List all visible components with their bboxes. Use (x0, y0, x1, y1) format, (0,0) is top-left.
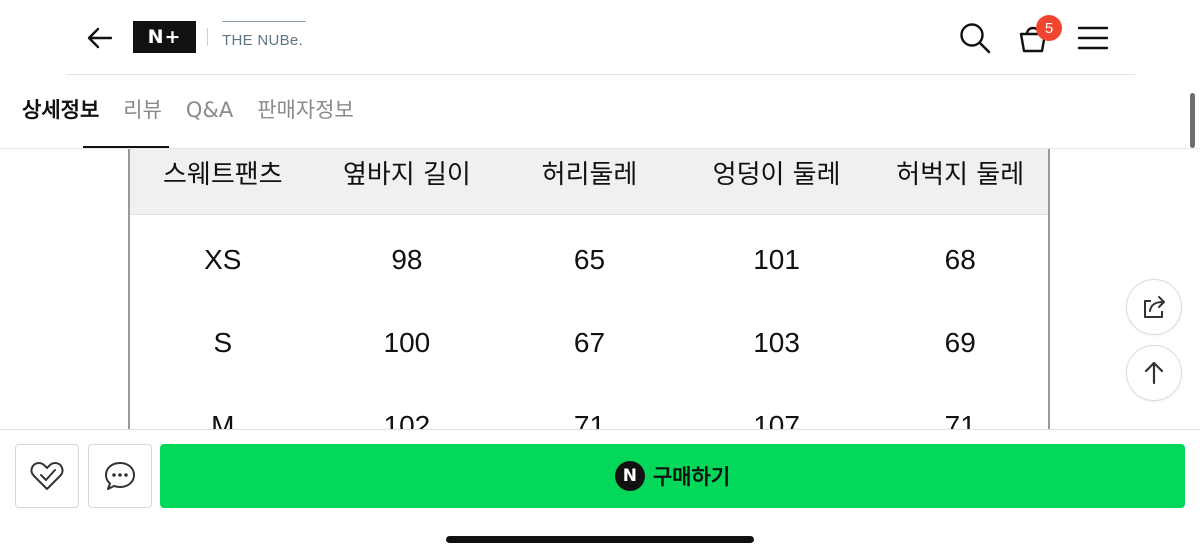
size-cell: S (213, 326, 233, 358)
table-cell: 68 (944, 243, 976, 275)
header-cell-product: 스웨트팬츠 (162, 159, 283, 190)
tab-qna[interactable]: Q&A (186, 86, 233, 148)
heart-check-icon (30, 462, 64, 490)
tab-seller-info[interactable]: 판매자정보 (257, 86, 354, 148)
back-button[interactable] (82, 20, 118, 56)
share-icon (1144, 296, 1165, 318)
back-arrow-icon (87, 27, 113, 49)
search-button[interactable] (955, 18, 995, 58)
table-cell: 65 (573, 243, 606, 275)
table-cell: 69 (944, 326, 976, 358)
table-cell: 101 (753, 243, 800, 275)
table-cell: 71 (944, 409, 976, 430)
size-table-header: 스웨트팬츠 옆바지 길이 허리둘레 엉덩이 둘레 허벅지 둘레 (130, 149, 1048, 215)
brand-logo[interactable]: N+ (133, 21, 196, 53)
scroll-top-icon (1144, 361, 1164, 385)
search-icon (960, 23, 991, 54)
tab-reviews[interactable]: 리뷰 (123, 86, 162, 148)
chat-bubble-icon (105, 462, 135, 490)
table-cell: 98 (391, 243, 423, 275)
table-row: S 100 67 103 69 (130, 298, 1048, 381)
table-cell: 103 (753, 326, 800, 358)
header-divider (66, 74, 1135, 75)
cart-count-badge: 5 (1036, 15, 1062, 41)
header-cell-hip: 엉덩이 둘레 (712, 159, 841, 190)
table-cell: 71 (573, 409, 606, 430)
top-header: N+ THE NUBe. 5 (0, 0, 1200, 75)
npay-logo: N (614, 461, 645, 491)
page-scrollbar[interactable] (1190, 93, 1195, 148)
detail-tabs: 상세정보 리뷰 Q&A 판매자정보 (22, 86, 378, 148)
size-table: 스웨트팬츠 옆바지 길이 허리둘레 엉덩이 둘레 허벅지 둘레 XS 98 65… (128, 149, 1050, 429)
buy-label: 구매하기 (652, 465, 731, 489)
brand-name[interactable]: THE NUBe. (222, 21, 306, 53)
product-detail-page: N+ THE NUBe. 5 상세정보 리뷰 Q&A 판매자정보 스웨트팬츠 옆… (0, 0, 1200, 554)
table-cell: 102 (383, 409, 431, 430)
header-cell-side-length: 옆바지 길이 (342, 159, 471, 190)
table-row: M 102 71 107 71 (130, 381, 1048, 430)
wishlist-button[interactable] (15, 444, 79, 508)
menu-icon (1077, 26, 1109, 50)
table-row: XS 98 65 101 68 (130, 215, 1048, 298)
home-indicator[interactable] (446, 536, 754, 543)
menu-button[interactable] (1073, 18, 1113, 58)
header-cell-thigh: 허벅지 둘레 (896, 159, 1025, 190)
table-cell: 107 (753, 409, 800, 430)
logo-divider (207, 28, 208, 46)
table-cell: 100 (383, 326, 431, 358)
buy-button[interactable]: N 구매하기 (160, 444, 1185, 508)
size-cell: M (211, 409, 235, 430)
header-cell-waist: 허리둘레 (541, 159, 638, 190)
scroll-top-button[interactable] (1126, 345, 1182, 401)
bottom-purchase-bar: N 구매하기 (0, 429, 1200, 554)
size-cell: XS (204, 243, 242, 275)
chat-button[interactable] (88, 444, 152, 508)
share-button[interactable] (1126, 279, 1182, 335)
tab-details[interactable]: 상세정보 (22, 86, 99, 148)
table-cell: 67 (573, 326, 606, 358)
